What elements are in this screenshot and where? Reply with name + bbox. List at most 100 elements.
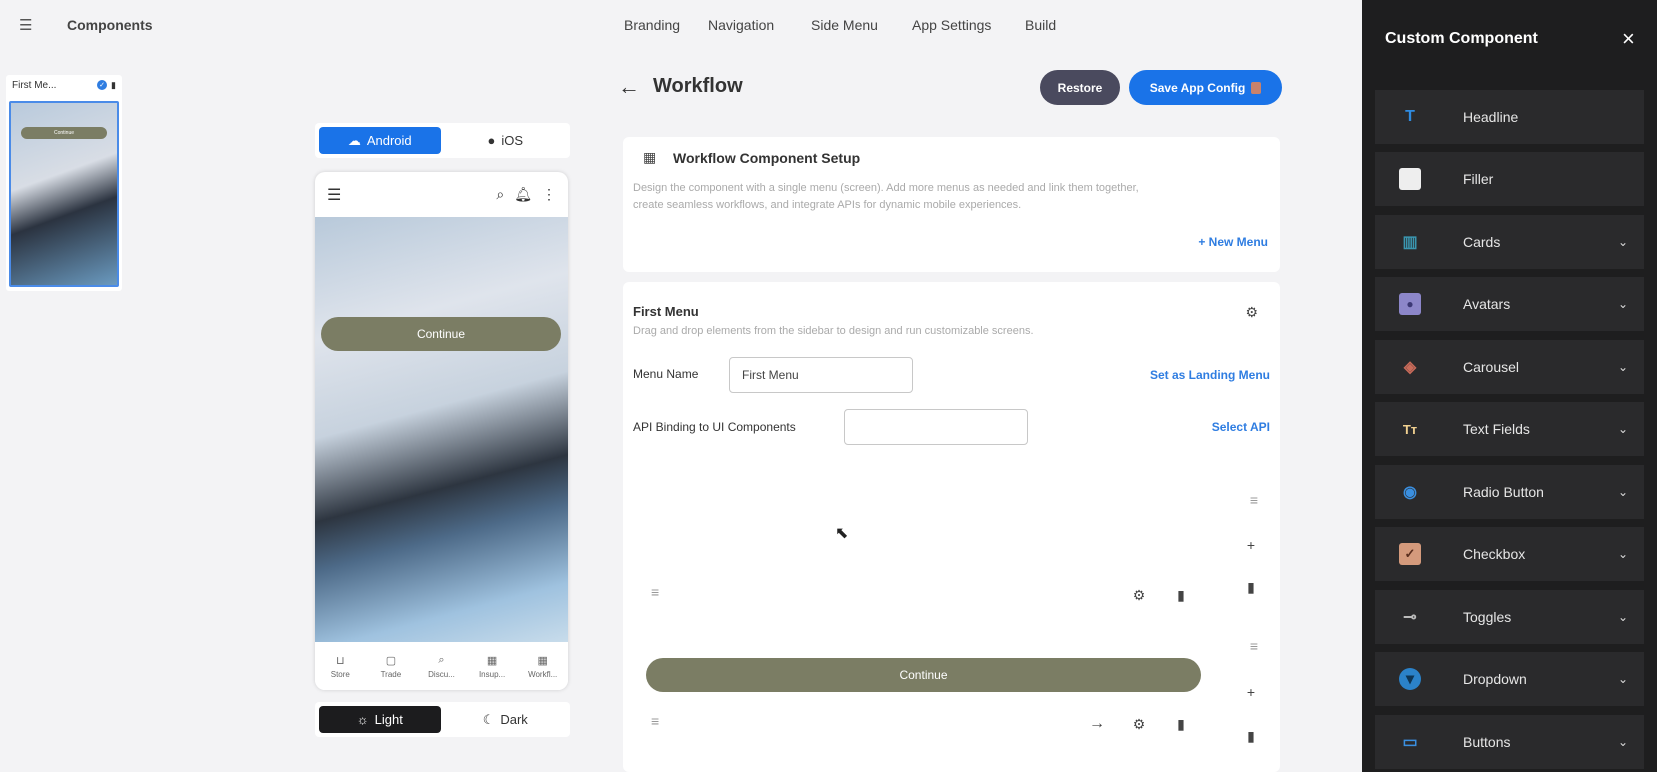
toggle-icon: ⊸ <box>1403 609 1417 626</box>
bell-icon[interactable]: 🔔︎ <box>514 186 532 203</box>
component-label: Toggles <box>1463 609 1512 625</box>
menu-name-label: Menu Name <box>633 367 699 381</box>
android-button[interactable]: ☁ Android <box>319 127 441 154</box>
component-radio-button[interactable]: ◉ Radio Button ⌄ <box>1375 465 1644 519</box>
tab-discover[interactable]: ⌕ Discu... <box>416 642 467 690</box>
component-buttons[interactable]: ▭ Buttons ⌄ <box>1375 715 1644 769</box>
setup-desc-line2: create seamless workflows, and integrate… <box>633 199 1022 211</box>
tab-label: Trade <box>380 669 402 679</box>
save-icon <box>1251 81 1262 94</box>
tab-trade[interactable]: ▢ Trade <box>366 642 417 690</box>
chevron-down-icon: ⌄ <box>1617 672 1628 686</box>
component-filler[interactable]: Filler <box>1375 152 1644 206</box>
carousel-icon: ◈ <box>1403 359 1417 376</box>
dropdown-icon: ▾ <box>1399 668 1421 690</box>
thumbnail-image: Continue <box>9 101 119 287</box>
dark-label: Dark <box>500 712 528 727</box>
platform-toggle: ☁ Android ● iOS <box>315 123 570 158</box>
tab-insup[interactable]: ▦ Insup... <box>467 642 518 690</box>
menu-thumbnail[interactable]: First Me... ✓ ▮ Continue <box>6 75 122 291</box>
drag-handle-icon[interactable]: ≡ <box>1250 638 1258 654</box>
arrow-right-icon[interactable]: → <box>1083 710 1111 738</box>
component-headline[interactable]: T Headline <box>1375 90 1644 144</box>
chevron-down-icon: ⌄ <box>1617 610 1628 624</box>
setup-description: Design the component with a single menu … <box>633 180 1263 214</box>
set-landing-link[interactable]: Set as Landing Menu <box>1150 368 1270 382</box>
trash-icon[interactable]: ▮ <box>1237 722 1265 750</box>
close-icon[interactable]: × <box>1622 26 1635 52</box>
component-dropdown[interactable]: ▾ Dropdown ⌄ <box>1375 652 1644 706</box>
grid-icon: ▦ <box>537 654 548 667</box>
component-label: Avatars <box>1463 296 1511 312</box>
save-config-label: Save App Config <box>1149 80 1246 95</box>
nav-navigation[interactable]: Navigation <box>708 17 774 33</box>
light-button[interactable]: ☼ Light <box>319 706 441 733</box>
setup-title: Workflow Component Setup <box>673 150 861 166</box>
drag-handle-icon[interactable]: ≡ <box>651 584 659 600</box>
trash-icon[interactable]: ▮ <box>1167 710 1195 738</box>
tab-label: Discu... <box>428 669 455 679</box>
menu-card: First Menu ⚙ Drag and drop elements from… <box>623 282 1280 772</box>
component-toggles[interactable]: ⊸ Toggles ⌄ <box>1375 590 1644 644</box>
more-icon[interactable]: ⋮ <box>542 186 556 203</box>
api-binding-input[interactable] <box>844 409 1028 445</box>
tab-store[interactable]: ⊔ Store <box>315 642 366 690</box>
select-api-link[interactable]: Select API <box>1212 420 1270 434</box>
restore-button[interactable]: Restore <box>1040 70 1120 105</box>
component-label: Buttons <box>1463 734 1511 750</box>
phone-continue-button[interactable]: Continue <box>321 317 561 351</box>
menu-title: First Menu <box>633 304 699 319</box>
tab-label: Store <box>330 669 350 679</box>
text-icon: T <box>1405 108 1415 125</box>
component-label: Headline <box>1463 109 1519 125</box>
bag-icon: ▢ <box>385 654 397 667</box>
component-label: Carousel <box>1463 359 1520 375</box>
button-icon: ▭ <box>1402 734 1418 751</box>
ios-label: iOS <box>501 133 524 148</box>
menu-name-input[interactable]: First Menu <box>729 357 913 393</box>
new-menu-link[interactable]: + New Menu <box>1198 235 1268 249</box>
trash-icon[interactable]: ▮ <box>111 80 116 91</box>
component-checkbox[interactable]: ✓ Checkbox ⌄ <box>1375 527 1644 581</box>
nav-build[interactable]: Build <box>1025 17 1056 33</box>
component-text-fields[interactable]: Tт Text Fields ⌄ <box>1375 402 1644 456</box>
chevron-down-icon: ⌄ <box>1617 297 1628 311</box>
back-arrow-icon[interactable]: ← <box>618 74 640 100</box>
radio-icon: ◉ <box>1403 484 1417 501</box>
component-cards[interactable]: ▥ Cards ⌄ <box>1375 215 1644 269</box>
component-carousel[interactable]: ◈ Carousel ⌄ <box>1375 340 1644 394</box>
check-icon[interactable]: ✓ <box>97 80 108 90</box>
nav-app-settings[interactable]: App Settings <box>912 17 991 33</box>
thumbnail-header: First Me... ✓ ▮ <box>6 75 122 95</box>
theme-toggle: ☼ Light ☾ Dark <box>315 702 570 737</box>
tab-workflow[interactable]: ▦ Workfl... <box>517 642 568 690</box>
components-icon[interactable]: ☰ <box>19 16 37 34</box>
text-fields-icon: Tт <box>1402 421 1418 437</box>
component-label: Checkbox <box>1463 546 1526 562</box>
add-icon[interactable]: + <box>1237 531 1265 559</box>
hamburger-icon[interactable]: ☰ <box>327 185 341 205</box>
gear-icon[interactable]: ⚙ <box>1245 304 1258 321</box>
gear-icon[interactable]: ⚙ <box>1125 710 1153 738</box>
component-label: Text Fields <box>1463 421 1530 437</box>
chevron-down-icon: ⌄ <box>1617 547 1628 561</box>
component-avatars[interactable]: ● Avatars ⌄ <box>1375 277 1644 331</box>
panel-title: Custom Component <box>1385 30 1538 47</box>
dark-button[interactable]: ☾ Dark <box>445 706 567 733</box>
add-icon[interactable]: + <box>1237 678 1265 706</box>
drag-handle-icon[interactable]: ≡ <box>651 713 659 729</box>
drag-handle-icon[interactable]: ≡ <box>1250 492 1258 508</box>
gear-icon[interactable]: ⚙ <box>1125 581 1153 609</box>
ios-button[interactable]: ● iOS <box>445 127 567 154</box>
save-config-button[interactable]: Save App Config <box>1129 70 1282 105</box>
continue-button[interactable]: Continue <box>646 658 1201 692</box>
api-binding-label: API Binding to UI Components <box>633 420 796 434</box>
tab-label: Workfl... <box>528 669 558 679</box>
trash-icon[interactable]: ▮ <box>1237 573 1265 601</box>
light-label: Light <box>374 712 403 727</box>
trash-icon[interactable]: ▮ <box>1167 581 1195 609</box>
nav-side-menu[interactable]: Side Menu <box>811 17 878 33</box>
search-icon[interactable]: ⌕ <box>496 186 504 203</box>
nav-branding[interactable]: Branding <box>624 17 680 33</box>
android-label: Android <box>366 133 412 148</box>
